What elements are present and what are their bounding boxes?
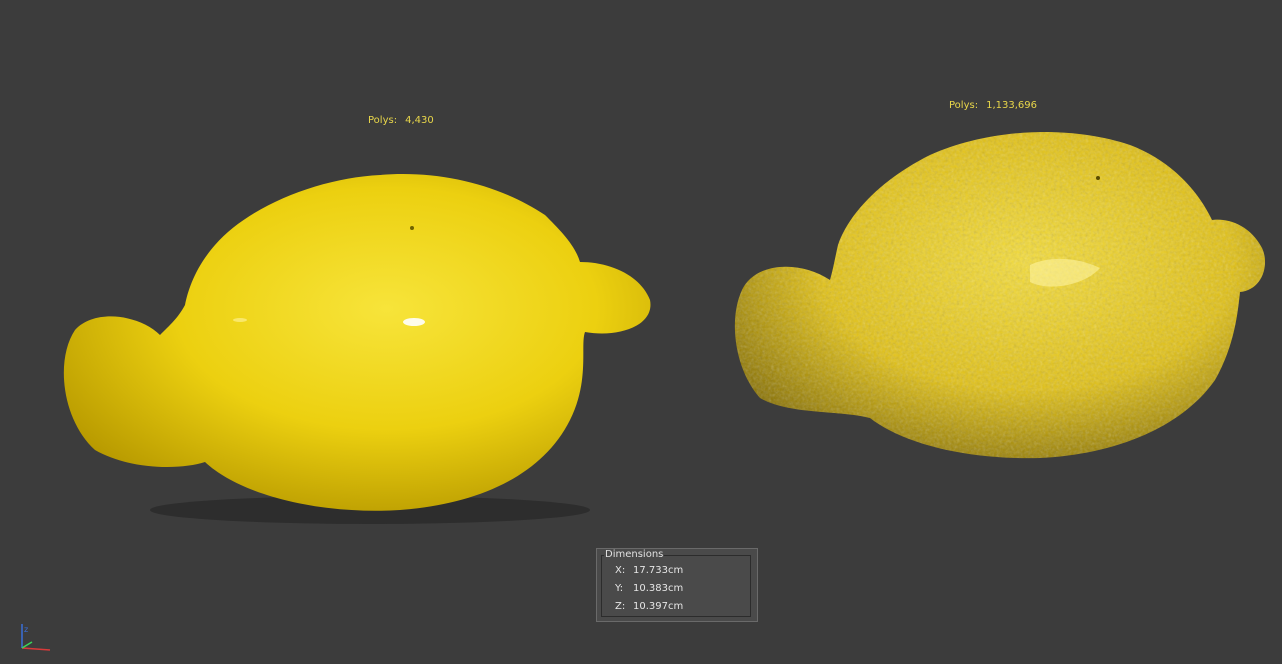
polys-label: Polys: — [949, 100, 979, 111]
gizmo-z-label: z — [24, 625, 28, 634]
lemon-high-poly[interactable] — [734, 132, 1266, 459]
polys-counter-left: Polys: 4,430 — [368, 115, 434, 126]
lemon-low-poly[interactable] — [63, 174, 651, 524]
dimensions-title: Dimensions — [604, 549, 665, 560]
polys-value: 4,430 — [405, 115, 434, 126]
dimension-value: 10.383cm — [633, 583, 684, 594]
dimension-z-row: Z: 10.397cm — [615, 601, 683, 612]
axis-label: Y: — [615, 583, 624, 594]
dimension-value: 17.733cm — [633, 565, 684, 576]
dimension-x-row: X: 17.733cm — [615, 565, 683, 576]
axis-gizmo-icon: z — [21, 624, 51, 651]
polys-label: Polys: — [368, 115, 398, 126]
dimension-y-row: Y: 10.383cm — [615, 583, 683, 594]
axis-label: X: — [615, 565, 626, 576]
polys-counter-right: Polys: 1,133,696 — [949, 100, 1037, 111]
dimension-value: 10.397cm — [633, 601, 684, 612]
3d-viewport[interactable]: Polys: 4,430 Polys: 1,133,696 Dimensions X… — [0, 0, 1282, 664]
polys-value: 1,133,696 — [986, 100, 1037, 111]
axis-label: Z: — [615, 601, 626, 612]
